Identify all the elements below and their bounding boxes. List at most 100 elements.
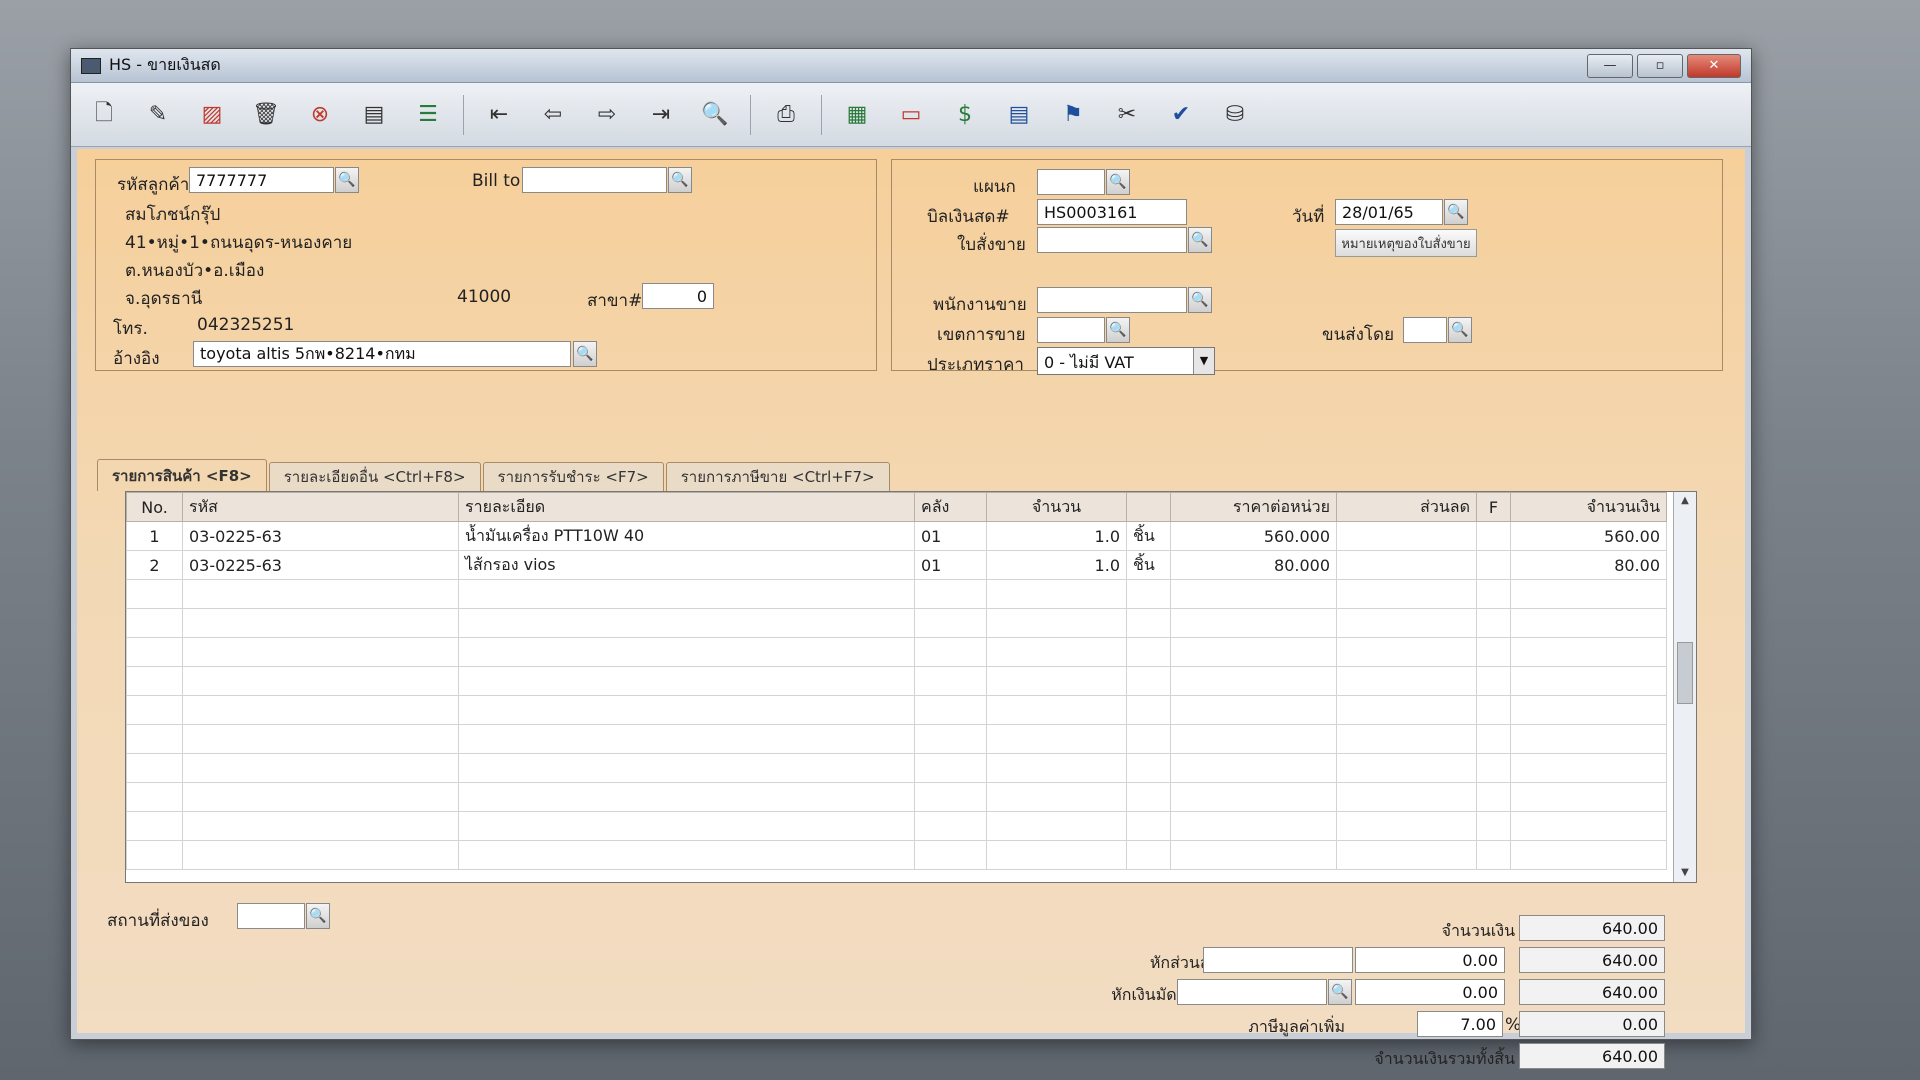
salesperson-search-icon[interactable]: 🔍: [1188, 287, 1212, 313]
col-header-no[interactable]: No.: [126, 492, 183, 522]
cell-unit-price[interactable]: 80.000: [1170, 550, 1337, 580]
cell-quantity[interactable]: [986, 579, 1127, 609]
cell-discount[interactable]: [1336, 840, 1477, 870]
cell-quantity[interactable]: [986, 840, 1127, 870]
col-header-description[interactable]: รายละเอียด: [458, 492, 915, 522]
card-icon[interactable]: ▭: [892, 96, 930, 134]
table-row[interactable]: [126, 666, 1667, 696]
cell-amount[interactable]: [1510, 840, 1667, 870]
date-input[interactable]: [1335, 199, 1443, 225]
cell-description[interactable]: [458, 666, 915, 696]
vat-rate-input[interactable]: [1417, 1011, 1503, 1037]
cell-unit-price[interactable]: [1170, 608, 1337, 638]
cell-description[interactable]: [458, 579, 915, 609]
cell-warehouse[interactable]: 01: [914, 550, 987, 580]
cell-flag[interactable]: [1476, 782, 1511, 812]
cell-flag[interactable]: [1476, 666, 1511, 696]
department-input[interactable]: [1037, 169, 1105, 195]
cell-code[interactable]: 03-0225-63: [182, 550, 459, 580]
ship-by-search-icon[interactable]: 🔍: [1448, 317, 1472, 343]
network-icon[interactable]: ⛁: [1216, 96, 1254, 134]
cell-no[interactable]: [126, 637, 183, 667]
cell-description[interactable]: [458, 608, 915, 638]
cell-amount[interactable]: [1510, 637, 1667, 667]
cell-warehouse[interactable]: [914, 579, 987, 609]
trash-icon[interactable]: 🗑: [247, 96, 285, 134]
deposit-search-icon[interactable]: 🔍: [1328, 979, 1352, 1005]
cell-quantity[interactable]: [986, 724, 1127, 754]
table-row[interactable]: [126, 753, 1667, 783]
cell-unit[interactable]: [1126, 579, 1171, 609]
ship-place-search-icon[interactable]: 🔍: [306, 903, 330, 929]
cell-unit[interactable]: [1126, 608, 1171, 638]
cell-flag[interactable]: [1476, 608, 1511, 638]
cell-no[interactable]: [126, 695, 183, 725]
cell-unit-price[interactable]: [1170, 811, 1337, 841]
cell-description[interactable]: [458, 811, 915, 841]
cell-amount[interactable]: 80.00: [1510, 550, 1667, 580]
next-record-icon[interactable]: ⇨: [588, 96, 626, 134]
ship-by-input[interactable]: [1403, 317, 1447, 343]
cell-amount[interactable]: [1510, 608, 1667, 638]
cell-no[interactable]: [126, 840, 183, 870]
cell-warehouse[interactable]: [914, 840, 987, 870]
cell-unit[interactable]: [1126, 637, 1171, 667]
cell-amount[interactable]: [1510, 753, 1667, 783]
cell-unit-price[interactable]: [1170, 782, 1337, 812]
reference-search-icon[interactable]: 🔍: [573, 341, 597, 367]
table-row[interactable]: 1 03-0225-63 น้ำมันเครื่อง PTT10W 40 01 1.0 ช…: [126, 521, 1667, 551]
bill-to-search-icon[interactable]: 🔍: [668, 167, 692, 193]
cell-no[interactable]: 2: [126, 550, 183, 580]
cell-warehouse[interactable]: [914, 666, 987, 696]
cell-unit[interactable]: ชิ้น: [1126, 550, 1171, 580]
cell-code[interactable]: [182, 579, 459, 609]
cell-amount[interactable]: [1510, 782, 1667, 812]
cell-flag[interactable]: [1476, 811, 1511, 841]
cell-warehouse[interactable]: [914, 637, 987, 667]
cell-code[interactable]: [182, 666, 459, 696]
table-row[interactable]: [126, 637, 1667, 667]
cell-quantity[interactable]: [986, 753, 1127, 783]
price-type-select[interactable]: 0 - ไม่มี VAT ▼: [1037, 347, 1215, 375]
cell-quantity[interactable]: 1.0: [986, 521, 1127, 551]
bill-no-input[interactable]: [1037, 199, 1187, 225]
deposit-code-input[interactable]: [1177, 979, 1327, 1005]
cell-code[interactable]: [182, 724, 459, 754]
scroll-thumb[interactable]: [1677, 642, 1693, 704]
cell-no[interactable]: [126, 753, 183, 783]
cell-unit[interactable]: [1126, 753, 1171, 783]
cell-discount[interactable]: [1336, 782, 1477, 812]
col-header-discount[interactable]: ส่วนลด: [1336, 492, 1477, 522]
cell-description[interactable]: [458, 782, 915, 812]
cell-no[interactable]: [126, 724, 183, 754]
cell-flag[interactable]: [1476, 840, 1511, 870]
discount-code-input[interactable]: [1203, 947, 1353, 973]
department-search-icon[interactable]: 🔍: [1106, 169, 1130, 195]
cell-unit-price[interactable]: [1170, 695, 1337, 725]
col-header-amount[interactable]: จำนวนเงิน: [1510, 492, 1667, 522]
cell-description[interactable]: [458, 724, 915, 754]
cell-quantity[interactable]: [986, 637, 1127, 667]
cell-description[interactable]: [458, 637, 915, 667]
cell-unit[interactable]: [1126, 811, 1171, 841]
cell-discount[interactable]: [1336, 608, 1477, 638]
sales-order-note-button[interactable]: หมายเหตุของใบสั่งขาย: [1335, 229, 1477, 257]
cell-warehouse[interactable]: [914, 753, 987, 783]
cell-flag[interactable]: [1476, 637, 1511, 667]
cell-unit[interactable]: [1126, 840, 1171, 870]
cell-description[interactable]: [458, 753, 915, 783]
cell-warehouse[interactable]: [914, 608, 987, 638]
tab-items[interactable]: รายการสินค้า <F8>: [97, 459, 267, 491]
col-header-warehouse[interactable]: คลัง: [914, 492, 987, 522]
print-icon[interactable]: ⎙: [767, 96, 805, 134]
scroll-down-icon[interactable]: ▼: [1674, 864, 1696, 882]
discount-amount-input[interactable]: [1355, 947, 1505, 973]
cell-amount[interactable]: [1510, 724, 1667, 754]
cell-unit[interactable]: ชิ้น: [1126, 521, 1171, 551]
cell-warehouse[interactable]: [914, 782, 987, 812]
cell-no[interactable]: [126, 579, 183, 609]
cell-unit-price[interactable]: [1170, 753, 1337, 783]
table-row[interactable]: [126, 782, 1667, 812]
ship-place-input[interactable]: [237, 903, 305, 929]
cell-code[interactable]: 03-0225-63: [182, 521, 459, 551]
